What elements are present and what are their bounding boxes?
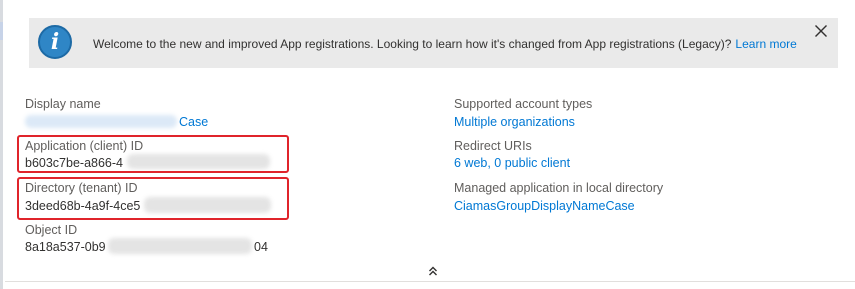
left-panel-edge-accent [0,22,3,40]
managed-application-label: Managed application in local directory [454,181,664,195]
close-banner-button[interactable] [813,23,829,39]
object-id-value-suffix: 04 [254,240,268,254]
info-icon: i [38,25,72,59]
supported-account-types-label: Supported account types [454,97,593,111]
essentials-divider [5,281,855,282]
banner-message: Welcome to the new and improved App regi… [93,37,797,51]
left-panel-edge [0,0,3,289]
learn-more-link[interactable]: Learn more [735,37,796,51]
close-icon [815,25,827,37]
display-name-value[interactable]: Case [179,115,208,129]
object-id-label: Object ID [25,223,78,237]
info-icon-glyph: i [50,29,60,55]
chevron-double-up-icon [429,266,437,276]
managed-application-link[interactable]: CiamasGroupDisplayNameCase [454,199,635,213]
redirect-uris-label: Redirect URIs [454,139,532,153]
application-id-highlight [17,135,289,173]
object-id-redaction [108,238,252,254]
redirect-uris-link[interactable]: 6 web, 0 public client [454,156,570,170]
welcome-banner: i Welcome to the new and improved App re… [29,18,838,68]
collapse-essentials-button[interactable] [427,264,439,276]
supported-account-types-link[interactable]: Multiple organizations [454,115,575,129]
directory-id-highlight [17,177,289,220]
object-id-value-prefix: 8a18a537-0b9 [25,240,106,254]
display-name-redaction [25,115,177,128]
display-name-label: Display name [25,97,101,111]
banner-text: Welcome to the new and improved App regi… [93,37,732,51]
